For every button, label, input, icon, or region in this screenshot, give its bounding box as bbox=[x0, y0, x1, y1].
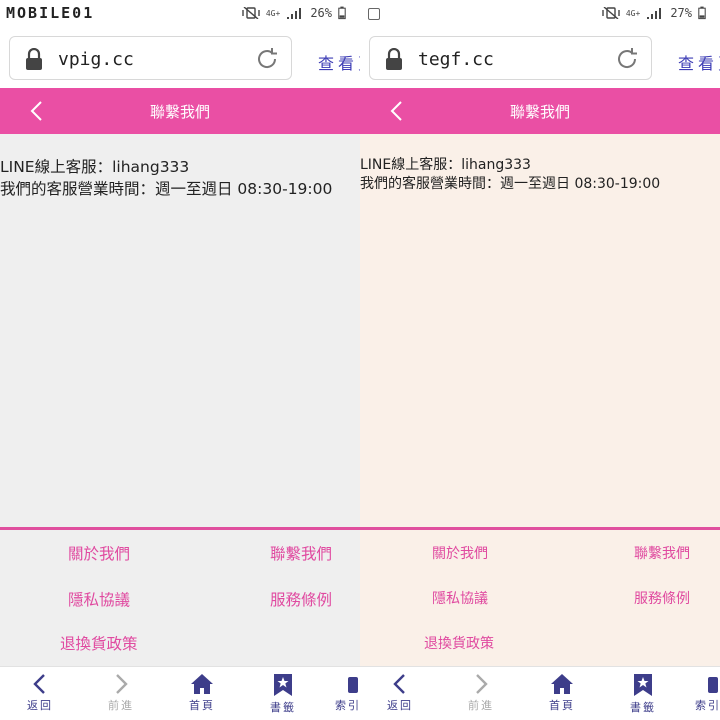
nav-home-button[interactable]: 首頁 bbox=[532, 667, 592, 720]
forward-arrow-icon bbox=[476, 674, 488, 694]
mute-vibrate-icon bbox=[242, 7, 260, 19]
status-icons: 4G+ 27% bbox=[602, 6, 706, 20]
battery-percent: 26% bbox=[310, 6, 332, 20]
footer-links: 關於我們 聯繫我們 隱私協議 服務條例 退換貨政策 bbox=[360, 530, 720, 666]
business-hours-text: 我們的客服營業時間：週一至週日 08:30-19:00 bbox=[360, 176, 661, 192]
lock-icon bbox=[386, 48, 402, 70]
address-bar[interactable]: vpig.cc bbox=[9, 36, 292, 80]
nav-back-label: 返回 bbox=[387, 699, 413, 712]
line-support-text: LINE線上客服：lihang333 bbox=[360, 157, 531, 173]
nav-home-label: 首頁 bbox=[549, 699, 575, 712]
page-header: 聯繫我們 bbox=[360, 88, 720, 134]
lock-icon bbox=[26, 48, 42, 70]
page-title: 聯繫我們 bbox=[509, 103, 570, 121]
back-arrow-icon bbox=[33, 674, 45, 694]
footer-link-about[interactable]: 關於我們 bbox=[68, 542, 130, 564]
gallery-notification-icon bbox=[368, 8, 380, 20]
footer-links: 關於我們 聯繫我們 隱私協議 服務條例 退換貨政策 bbox=[0, 530, 360, 666]
left-screenshot-panel: MOBILE01 4G+ 26% vpig.cc 查看頁 聯繫我們 LINE線上… bbox=[0, 0, 360, 720]
status-bar: 4G+ 27% bbox=[360, 0, 720, 30]
index-icon bbox=[348, 677, 358, 693]
footer-link-privacy[interactable]: 隱私協議 bbox=[68, 588, 130, 610]
nav-back-button[interactable]: 返回 bbox=[10, 667, 70, 720]
nav-bookmarks-button[interactable]: 書籤 bbox=[613, 667, 673, 720]
footer-link-refund[interactable]: 退換貨政策 bbox=[424, 633, 494, 653]
home-icon bbox=[551, 674, 573, 694]
battery-icon bbox=[338, 6, 346, 20]
signal-icon bbox=[287, 8, 302, 19]
footer-link-terms[interactable]: 服務條例 bbox=[270, 588, 332, 610]
nav-forward-button[interactable]: 前進 bbox=[91, 667, 151, 720]
business-hours-text: 我們的客服營業時間：週一至週日 08:30-19:00 bbox=[0, 180, 333, 198]
forward-arrow-icon bbox=[116, 674, 128, 694]
nav-forward-label: 前進 bbox=[468, 699, 494, 712]
battery-icon bbox=[698, 6, 706, 20]
nav-bookmarks-button[interactable]: 書籤 bbox=[253, 667, 313, 720]
mute-vibrate-icon bbox=[602, 7, 620, 19]
reload-icon[interactable] bbox=[615, 47, 639, 71]
nav-back-label: 返回 bbox=[27, 699, 53, 712]
battery-percent: 27% bbox=[670, 6, 692, 20]
nav-forward-label: 前進 bbox=[108, 699, 134, 712]
right-screenshot-panel: 4G+ 27% tegf.cc 查看頁 聯繫我們 LINE線上客服：lihang… bbox=[360, 0, 720, 720]
nav-index-label: 索引 bbox=[335, 699, 360, 712]
page-header: 聯繫我們 bbox=[0, 88, 360, 134]
browser-bottom-nav: 返回 前進 首頁 書籤 索引 bbox=[360, 666, 720, 720]
network-type: 4G+ bbox=[625, 8, 641, 18]
contact-content: LINE線上客服：lihang333 我們的客服營業時間：週一至週日 08:30… bbox=[0, 156, 360, 200]
footer-link-privacy[interactable]: 隱私協議 bbox=[432, 588, 488, 608]
bookmark-star-icon bbox=[274, 674, 292, 696]
footer-link-refund[interactable]: 退換貨政策 bbox=[60, 632, 138, 654]
back-arrow-icon bbox=[393, 674, 405, 694]
line-support-text: LINE線上客服：lihang333 bbox=[0, 158, 190, 176]
index-icon bbox=[708, 677, 718, 693]
page-title: 聯繫我們 bbox=[149, 103, 210, 121]
nav-index-button[interactable]: 索引 bbox=[678, 667, 720, 720]
bookmark-star-icon bbox=[634, 674, 652, 696]
nav-home-label: 首頁 bbox=[189, 699, 215, 712]
nav-index-label: 索引 bbox=[695, 699, 720, 712]
home-icon bbox=[191, 674, 213, 694]
nav-back-button[interactable]: 返回 bbox=[370, 667, 430, 720]
footer-link-about[interactable]: 關於我們 bbox=[432, 543, 488, 563]
contact-content: LINE線上客服：lihang333 我們的客服營業時間：週一至週日 08:30… bbox=[360, 156, 720, 194]
status-icons: 4G+ 26% bbox=[242, 6, 346, 20]
url-text: tegf.cc bbox=[418, 49, 494, 70]
footer-link-contact[interactable]: 聯繫我們 bbox=[634, 543, 690, 563]
nav-forward-button[interactable]: 前進 bbox=[451, 667, 511, 720]
view-page-link[interactable]: 查看頁 bbox=[318, 50, 360, 74]
mobile01-watermark: MOBILE01 bbox=[6, 4, 95, 22]
signal-icon bbox=[647, 8, 662, 19]
nav-index-button[interactable]: 索引 bbox=[318, 667, 360, 720]
footer-link-contact[interactable]: 聯繫我們 bbox=[270, 542, 332, 564]
status-bar: MOBILE01 4G+ 26% bbox=[0, 0, 360, 30]
nav-bookmarks-label: 書籤 bbox=[630, 701, 656, 714]
browser-url-row: vpig.cc 查看頁 bbox=[0, 30, 360, 88]
nav-home-button[interactable]: 首頁 bbox=[172, 667, 232, 720]
reload-icon[interactable] bbox=[255, 47, 279, 71]
browser-url-row: tegf.cc 查看頁 bbox=[360, 30, 720, 88]
nav-bookmarks-label: 書籤 bbox=[270, 701, 296, 714]
footer-link-terms[interactable]: 服務條例 bbox=[634, 588, 690, 608]
browser-bottom-nav: 返回 前進 首頁 書籤 索引 bbox=[0, 666, 360, 720]
url-text: vpig.cc bbox=[58, 49, 134, 70]
network-type: 4G+ bbox=[265, 8, 281, 18]
view-page-link[interactable]: 查看頁 bbox=[678, 50, 720, 74]
address-bar[interactable]: tegf.cc bbox=[369, 36, 652, 80]
